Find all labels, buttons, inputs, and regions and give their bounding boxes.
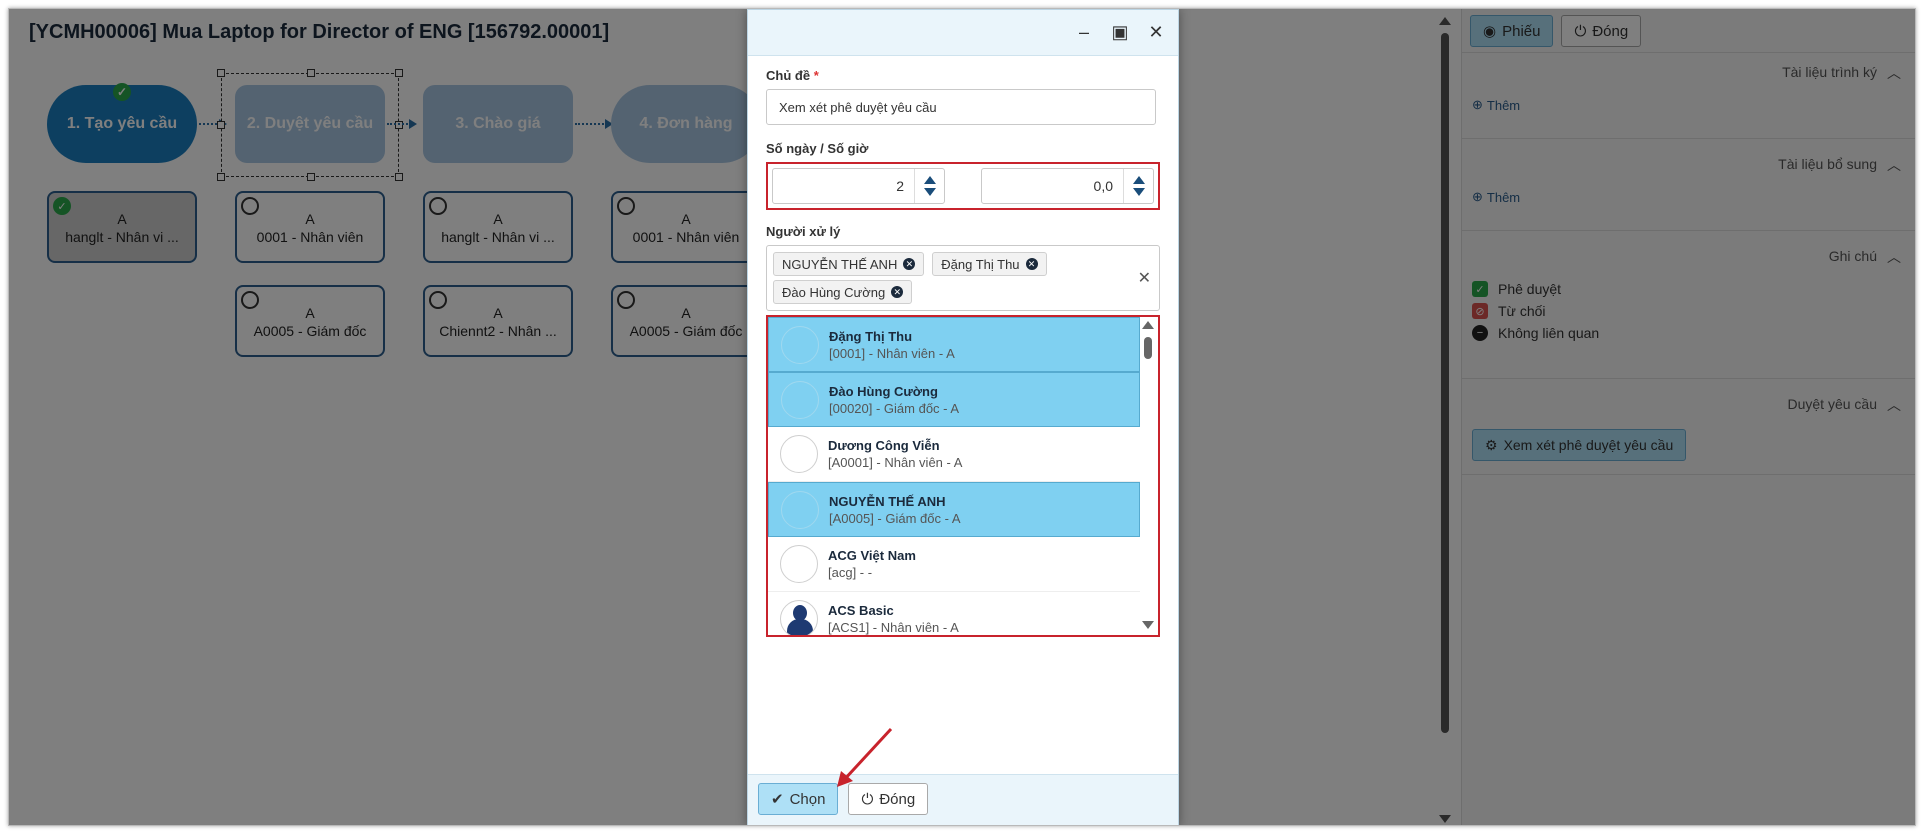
item-sub: [A0005] - Giám đốc - A	[829, 510, 961, 526]
app-window: [YCMH00006] Mua Laptop for Director of E…	[8, 8, 1916, 826]
item-sub: [0001] - Nhân viên - A	[829, 345, 955, 361]
scroll-up-arrow-icon[interactable]	[1142, 321, 1154, 329]
check-circle-icon: ✔	[771, 791, 784, 808]
item-name: ACG Việt Nam	[828, 548, 916, 563]
item-sub: [A0001] - Nhân viên - A	[828, 455, 963, 470]
item-name: NGUYỄN THẾ ANH	[829, 493, 946, 509]
assignee-multiselect[interactable]: NGUYỄN THẾ ANH ✕ Đặng Thị Thu ✕ Đào Hùng…	[766, 245, 1160, 311]
spin-up-icon[interactable]	[923, 176, 936, 184]
spin-down-icon[interactable]	[1132, 188, 1145, 196]
subject-input[interactable]: Xem xét phê duyệt yêu cầu	[766, 89, 1156, 125]
annotation-arrow-icon	[837, 727, 893, 787]
dialog-titlebar: – ▣ ✕	[748, 10, 1178, 56]
item-name: Đặng Thị Thu	[829, 328, 913, 344]
duration-inputs: 2 0,0	[766, 162, 1160, 210]
days-spinner[interactable]	[914, 169, 944, 203]
avatar	[780, 435, 818, 473]
item-name: ACS Basic	[828, 603, 894, 618]
list-item[interactable]: NGUYỄN THẾ ANH [A0005] - Giám đốc - A	[768, 482, 1140, 537]
tag-label: Đặng Thị Thu	[941, 256, 1020, 272]
clear-all-icon[interactable]: ✕	[1138, 268, 1151, 288]
tag-label: Đào Hùng Cường	[782, 284, 886, 300]
assignee-tag: Đặng Thị Thu ✕	[932, 252, 1047, 276]
assignee-options-list[interactable]: Đặng Thị Thu [0001] - Nhân viên - A Đào …	[766, 315, 1160, 637]
choose-button-label: Chọn	[789, 790, 826, 808]
subject-value: Xem xét phê duyệt yêu cầu	[779, 99, 937, 115]
scrollbar-thumb[interactable]	[1144, 337, 1152, 359]
item-sub: [ACS1] - Nhân viên - A	[828, 620, 959, 635]
scroll-down-arrow-icon[interactable]	[1142, 621, 1154, 629]
close-icon[interactable]: ✕	[1144, 20, 1168, 44]
item-sub: [00020] - Giám đốc - A	[829, 400, 960, 416]
dialog-close-label: Đóng	[879, 790, 916, 808]
subject-label: Chủ đề *	[766, 68, 819, 83]
assignee-tag: NGUYỄN THẾ ANH ✕	[773, 252, 925, 276]
dialog-body: Chủ đề * Xem xét phê duyệt yêu cầu Số ng…	[748, 56, 1178, 649]
hours-input[interactable]: 0,0	[981, 168, 1154, 204]
assign-dialog: – ▣ ✕ Chủ đề * Xem xét phê duyệt yêu cầu…	[747, 9, 1179, 825]
item-name: Dương Công Viễn	[828, 438, 940, 453]
assignee-label: Người xử lý	[766, 224, 841, 239]
hours-spinner[interactable]	[1123, 169, 1153, 203]
maximize-icon[interactable]: ▣	[1108, 20, 1132, 44]
spin-down-icon[interactable]	[923, 188, 936, 196]
days-value: 2	[896, 178, 904, 194]
avatar	[781, 380, 819, 419]
list-scrollbar[interactable]	[1140, 317, 1156, 635]
remove-tag-icon[interactable]: ✕	[903, 258, 916, 270]
required-mark: *	[813, 68, 819, 83]
dialog-footer: ✔ Chọn ⏻ Đóng	[748, 774, 1178, 825]
hours-value: 0,0	[1093, 178, 1113, 194]
duration-label: Số ngày / Số giờ	[766, 141, 869, 156]
minimize-icon[interactable]: –	[1072, 20, 1096, 44]
days-input[interactable]: 2	[772, 168, 945, 204]
tag-label: NGUYỄN THẾ ANH	[782, 256, 898, 272]
choose-button[interactable]: ✔ Chọn	[758, 783, 839, 815]
remove-tag-icon[interactable]: ✕	[1025, 258, 1038, 270]
power-icon: ⏻	[861, 790, 874, 808]
list-item[interactable]: ACG Việt Nam [acg] - -	[768, 537, 1140, 592]
remove-tag-icon[interactable]: ✕	[891, 286, 904, 298]
avatar	[781, 325, 819, 364]
list-item[interactable]: Dương Công Viễn [A0001] - Nhân viên - A	[768, 427, 1140, 482]
avatar	[781, 490, 819, 529]
list-item[interactable]: Đào Hùng Cường [00020] - Giám đốc - A	[768, 372, 1140, 427]
item-sub: [acg] - -	[828, 565, 873, 580]
avatar	[780, 545, 818, 583]
avatar	[780, 600, 818, 635]
item-name: Đào Hùng Cường	[829, 383, 938, 399]
list-item[interactable]: Đặng Thị Thu [0001] - Nhân viên - A	[768, 317, 1140, 372]
assignee-tag: Đào Hùng Cường ✕	[773, 280, 913, 304]
list-item[interactable]: ACS Basic [ACS1] - Nhân viên - A	[768, 592, 1140, 635]
spin-up-icon[interactable]	[1132, 176, 1145, 184]
